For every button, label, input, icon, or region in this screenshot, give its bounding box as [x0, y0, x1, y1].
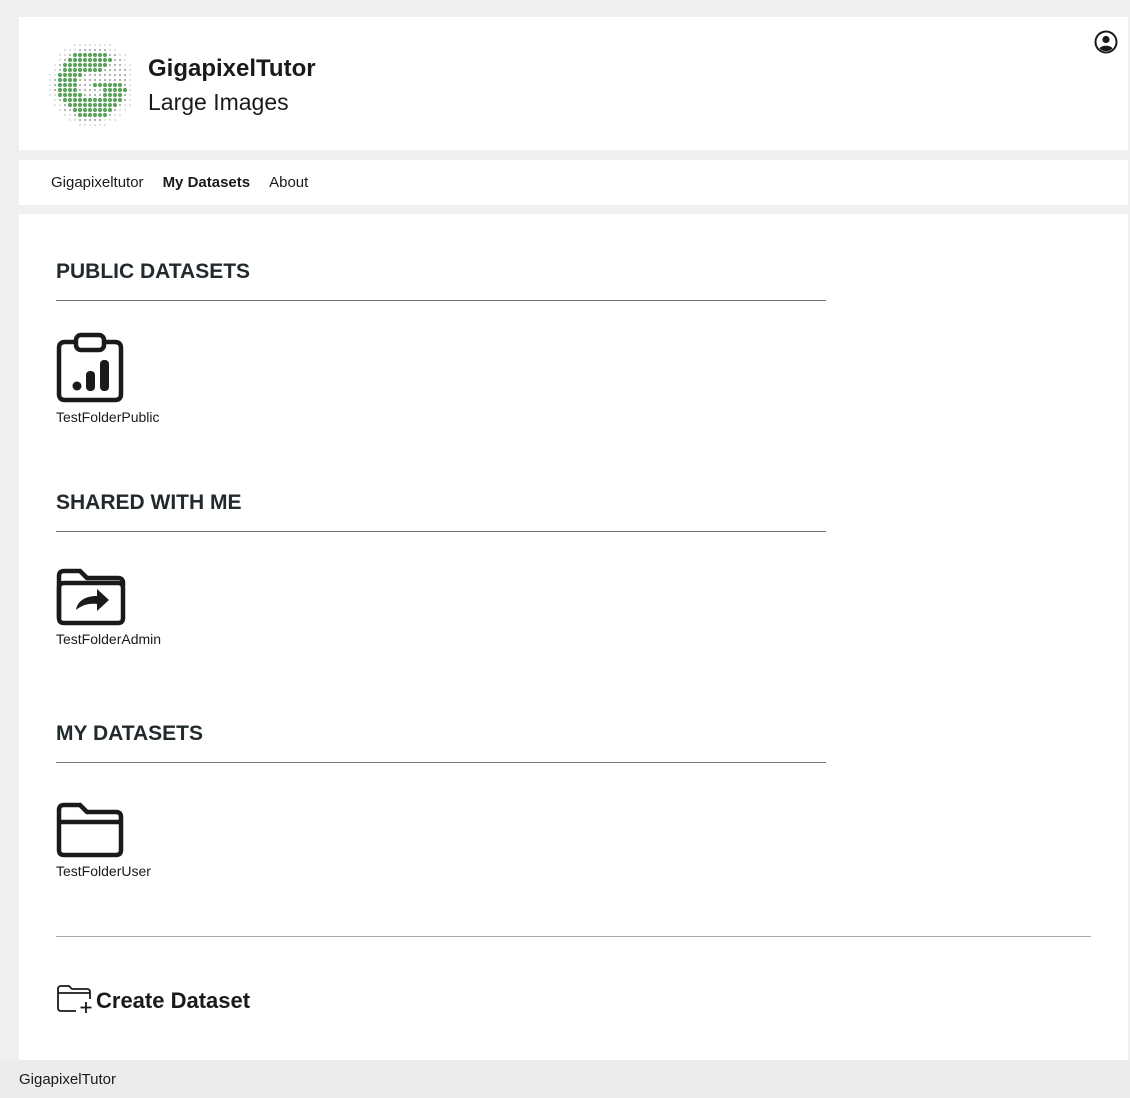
logo-icon: [49, 44, 131, 126]
section-divider: [56, 300, 826, 301]
footer: GigapixelTutor: [0, 1060, 1130, 1098]
folder-shared-icon: [56, 568, 126, 626]
folder-icon: [56, 802, 124, 858]
create-dataset-button[interactable]: Create Dataset: [56, 984, 250, 1014]
user-circle-icon[interactable]: [1094, 30, 1118, 54]
clipboard-chart-icon: [56, 332, 124, 403]
section-title-shared: SHARED WITH ME: [56, 491, 242, 514]
create-dataset-label: Create Dataset: [96, 988, 251, 1013]
section-title-public: PUBLIC DATASETS: [56, 260, 251, 283]
folder-plus-icon: [57, 985, 92, 1013]
brand-subtitle: Large Images: [148, 89, 289, 115]
nav-item-about[interactable]: About: [269, 174, 308, 191]
brand-title: GigapixelTutor: [148, 55, 316, 82]
dataset-name: TestFolderAdmin: [56, 631, 162, 647]
header: GigapixelTutor Large Images: [19, 17, 1128, 150]
section-title-my: MY DATASETS: [56, 722, 204, 745]
nav-item-my-datasets[interactable]: My Datasets: [163, 174, 251, 191]
section-divider: [56, 762, 826, 763]
dataset-name: TestFolderPublic: [56, 409, 160, 425]
main-content: PUBLIC DATASETS TestFolderPublic SHARED …: [19, 214, 1128, 1060]
dataset-tile-shared[interactable]: TestFolderAdmin: [56, 568, 176, 648]
divider: [56, 936, 1091, 937]
dataset-tile-public[interactable]: TestFolderPublic: [56, 332, 176, 426]
dataset-name: TestFolderUser: [56, 863, 151, 879]
main-nav: Gigapixeltutor My Datasets About: [19, 160, 1128, 205]
nav-item-gigapixeltutor[interactable]: Gigapixeltutor: [51, 174, 144, 191]
section-divider: [56, 531, 826, 532]
dataset-tile-mine[interactable]: TestFolderUser: [56, 802, 176, 880]
footer-text: GigapixelTutor: [19, 1070, 116, 1088]
